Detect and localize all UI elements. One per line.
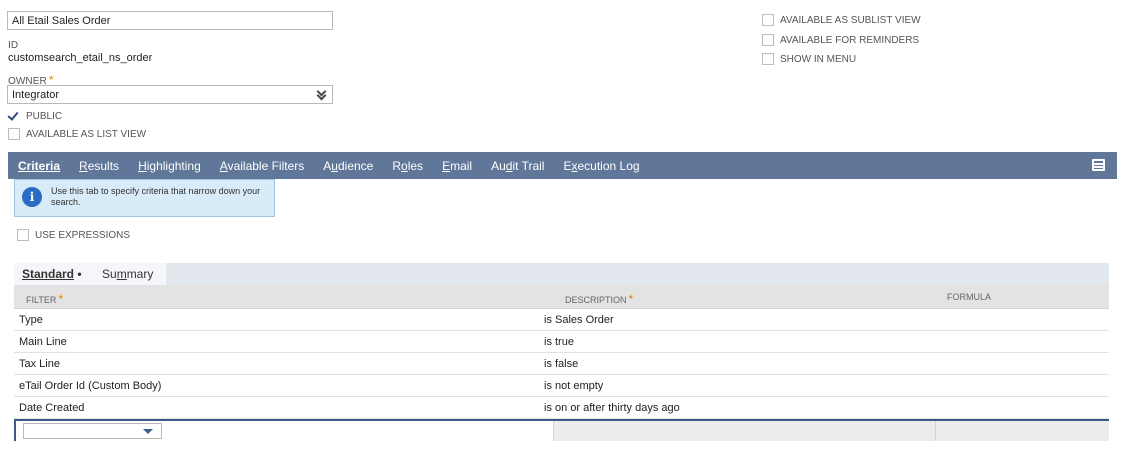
row-description: is Sales Order: [544, 314, 614, 326]
row-filter: Type: [19, 314, 43, 326]
new-criteria-row[interactable]: [14, 419, 1109, 441]
layout-menu-icon[interactable]: [1092, 159, 1105, 171]
checkbox-box[interactable]: [762, 53, 774, 65]
id-value: customsearch_etail_ns_order: [8, 52, 153, 64]
owner-select[interactable]: Integrator: [7, 85, 333, 104]
row-description: is true: [544, 336, 574, 348]
checkbox-box[interactable]: [17, 229, 29, 241]
active-dot: •: [77, 267, 82, 281]
tab-audit-trail[interactable]: Audit Trail: [491, 159, 544, 173]
list-view-label: AVAILABLE AS LIST VIEW: [26, 128, 147, 140]
tab-roles[interactable]: Roles: [392, 159, 423, 173]
new-row-filter-cell[interactable]: [16, 421, 554, 441]
header-formula: FORMULA: [947, 292, 992, 302]
reminders-checkbox[interactable]: AVAILABLE FOR REMINDERS: [762, 34, 919, 46]
tab-results[interactable]: Results: [79, 159, 119, 173]
header-description: DESCRIPTION *: [565, 292, 634, 306]
public-checkbox[interactable]: PUBLIC: [8, 110, 62, 122]
new-row-formula-cell[interactable]: [936, 421, 1109, 441]
subtab-standard[interactable]: Standard •: [14, 263, 94, 288]
row-description: is not empty: [544, 380, 604, 392]
row-filter: Main Line: [19, 336, 67, 348]
row-description: is false: [544, 358, 579, 370]
show-in-menu-label: SHOW IN MENU: [780, 53, 857, 65]
id-label: ID: [8, 40, 19, 51]
filter-field-select[interactable]: [23, 423, 162, 439]
checkbox-box[interactable]: [8, 128, 20, 140]
tab-email[interactable]: Email: [442, 159, 472, 173]
criteria-subtabs: Standard • Summary: [14, 263, 1109, 288]
help-text-line1: Use this tab to specify criteria that na…: [51, 186, 261, 196]
owner-value: Integrator: [12, 89, 60, 101]
new-row-description-cell[interactable]: [554, 421, 936, 441]
tab-highlighting[interactable]: Highlighting: [138, 159, 201, 173]
row-filter: Date Created: [19, 402, 85, 414]
table-row[interactable]: Date Created is on or after thirty days …: [14, 397, 1109, 419]
checkbox-box[interactable]: [762, 34, 774, 46]
criteria-grid: FILTER * DESCRIPTION * FORMULA Type is Sal…: [14, 285, 1109, 441]
grid-header: FILTER * DESCRIPTION * FORMULA: [14, 285, 1109, 309]
use-expressions-checkbox[interactable]: USE EXPRESSIONS: [17, 229, 130, 241]
public-label: PUBLIC: [26, 110, 63, 122]
tab-available-filters[interactable]: Available Filters: [220, 159, 305, 173]
chevron-down-icon: [317, 89, 326, 100]
list-view-checkbox[interactable]: AVAILABLE AS LIST VIEW: [8, 128, 146, 140]
sublist-view-checkbox[interactable]: AVAILABLE AS SUBLIST VIEW: [762, 14, 921, 26]
checkbox-box[interactable]: [762, 14, 774, 26]
table-row[interactable]: Tax Line is false: [14, 353, 1109, 375]
sublist-view-label: AVAILABLE AS SUBLIST VIEW: [780, 14, 921, 26]
table-row[interactable]: eTail Order Id (Custom Body) is not empt…: [14, 375, 1109, 397]
row-filter: eTail Order Id (Custom Body): [19, 380, 162, 392]
criteria-help-tooltip: i Use this tab to specify criteria that …: [14, 179, 275, 217]
header-filter: FILTER *: [26, 292, 64, 306]
reminders-label: AVAILABLE FOR REMINDERS: [780, 34, 920, 46]
search-title-value: All Etail Sales Order: [12, 15, 111, 27]
subtab-summary[interactable]: Summary: [94, 263, 166, 285]
info-icon: i: [22, 187, 42, 207]
checkmark-icon[interactable]: [8, 110, 20, 122]
tab-audience[interactable]: Audience: [323, 159, 373, 173]
tab-criteria[interactable]: Criteria: [18, 159, 60, 173]
search-title-input[interactable]: All Etail Sales Order: [7, 11, 333, 30]
help-text-line2: search.: [51, 197, 81, 207]
row-filter: Tax Line: [19, 358, 60, 370]
row-description: is on or after thirty days ago: [544, 402, 680, 414]
dropdown-arrow-icon: [143, 429, 153, 434]
show-in-menu-checkbox[interactable]: SHOW IN MENU: [762, 53, 856, 65]
table-row[interactable]: Main Line is true: [14, 331, 1109, 353]
tab-execution-log[interactable]: Execution Log: [563, 159, 639, 173]
table-row[interactable]: Type is Sales Order: [14, 309, 1109, 331]
main-tab-bar: Criteria Results Highlighting Available …: [8, 152, 1117, 179]
use-expressions-label: USE EXPRESSIONS: [35, 229, 131, 241]
